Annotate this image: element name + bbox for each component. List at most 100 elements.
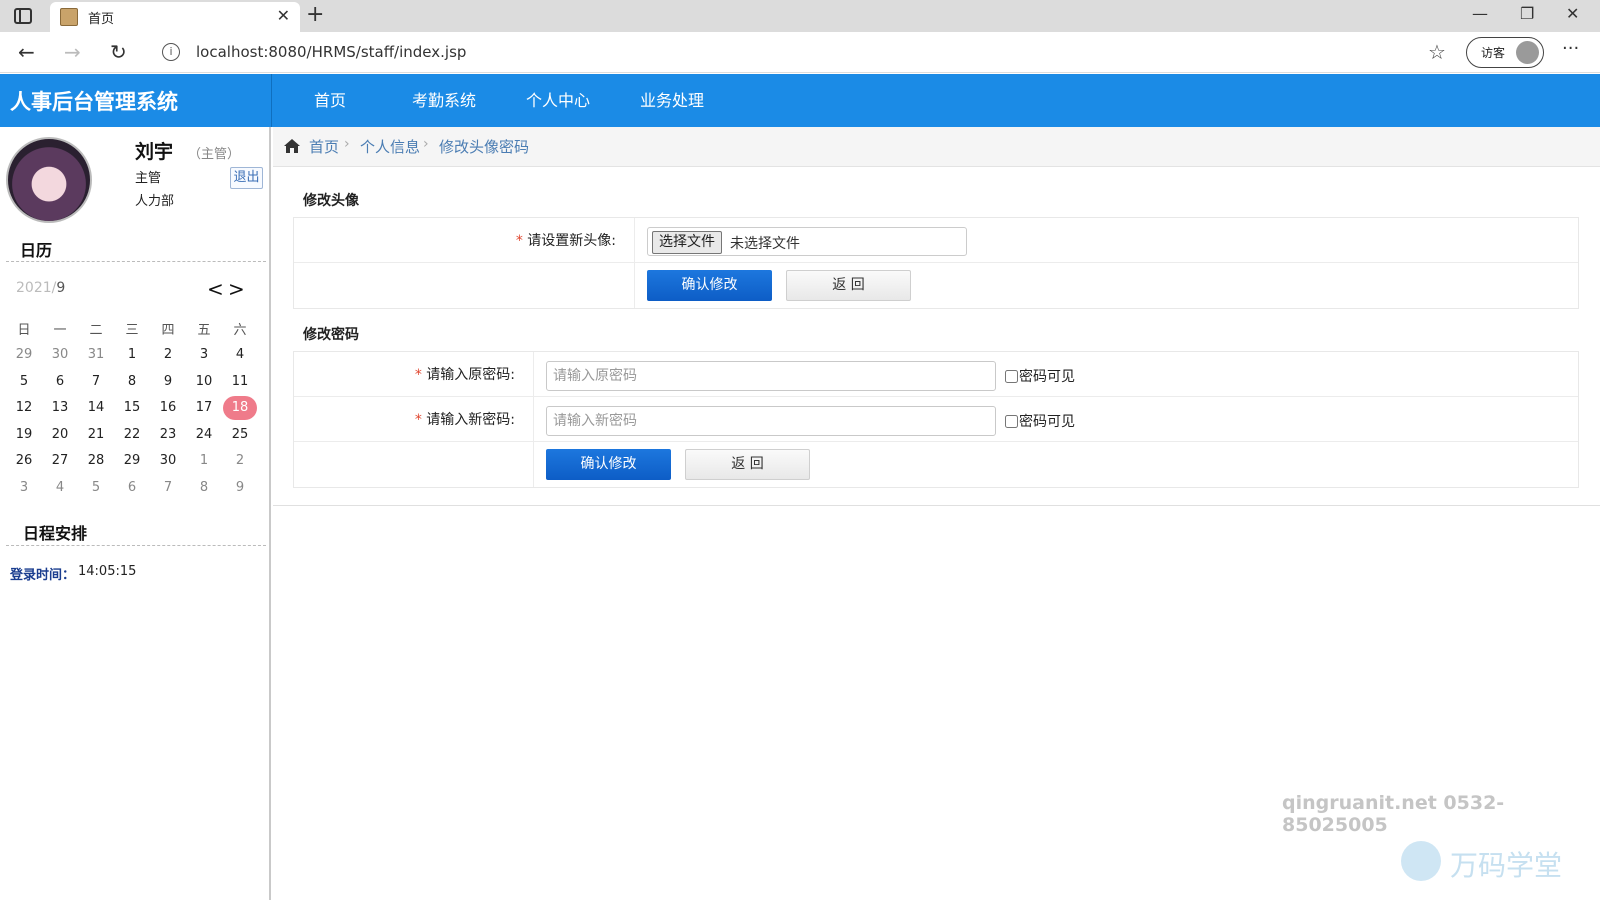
forward-icon[interactable]: → <box>64 40 81 64</box>
calendar-day[interactable]: 1 <box>186 453 222 468</box>
calendar-day[interactable]: 3 <box>186 347 222 362</box>
calendar-day[interactable]: 8 <box>186 480 222 495</box>
calendar-day[interactable]: 9 <box>222 480 258 495</box>
restore-icon[interactable]: ❐ <box>1520 4 1534 23</box>
old-password-label: * 请输入原密码: <box>415 364 515 384</box>
calendar-day[interactable]: 2 <box>150 347 186 362</box>
show-new-password[interactable]: 密码可见 <box>1005 411 1075 431</box>
calendar-day[interactable]: 20 <box>42 427 78 442</box>
calendar-day[interactable]: 19 <box>6 427 42 442</box>
calendar-day[interactable]: 12 <box>6 400 42 415</box>
user-department: 人力部 <box>135 194 175 209</box>
login-time-label: 登录时间： <box>10 568 76 583</box>
main-content: 首页 › 个人信息 › 修改头像密码 修改头像 * 请设置新头像: 选择文件 未… <box>273 127 1600 900</box>
choose-file-button[interactable]: 选择文件 <box>652 231 722 254</box>
calendar-next-button[interactable]: > <box>228 277 245 301</box>
browser-tab[interactable]: 首页 ✕ <box>50 2 300 32</box>
url-field[interactable]: i localhost:8080/HRMS/staff/index.jsp <box>148 37 1410 69</box>
calendar-day[interactable]: 1 <box>114 347 150 362</box>
nav-business[interactable]: 业务处理 <box>640 74 704 127</box>
tab-actions-icon[interactable] <box>14 8 32 24</box>
nav-home[interactable]: 首页 <box>314 74 346 127</box>
calendar-prev-button[interactable]: < <box>207 277 224 301</box>
password-back-button[interactable]: 返 回 <box>685 449 810 480</box>
window-close-icon[interactable]: ✕ <box>1566 4 1579 23</box>
profile-label: 访客 <box>1481 46 1506 60</box>
calendar-day[interactable]: 11 <box>222 374 258 389</box>
main-nav: 首页 考勤系统 个人中心 业务处理 <box>272 74 704 127</box>
url-text[interactable]: localhost:8080/HRMS/staff/index.jsp <box>196 43 466 61</box>
calendar-day[interactable]: 27 <box>42 453 78 468</box>
calendar-day[interactable]: 24 <box>186 427 222 442</box>
calendar-day[interactable]: 30 <box>42 347 78 362</box>
password-confirm-button[interactable]: 确认修改 <box>546 449 671 480</box>
user-name: 刘宇 <box>135 141 174 163</box>
logout-button[interactable]: 退出 <box>230 167 263 189</box>
calendar-day[interactable]: 16 <box>150 400 186 415</box>
calendar-day[interactable]: 7 <box>150 480 186 495</box>
show-old-password[interactable]: 密码可见 <box>1005 366 1075 386</box>
calendar-day[interactable]: 10 <box>186 374 222 389</box>
calendar-day[interactable]: 23 <box>150 427 186 442</box>
nav-attendance[interactable]: 考勤系统 <box>412 74 476 127</box>
calendar-day[interactable]: 4 <box>222 347 258 362</box>
calendar-day[interactable]: 9 <box>150 374 186 389</box>
breadcrumb-home[interactable]: 首页 <box>309 136 339 157</box>
calendar-day[interactable]: 6 <box>42 374 78 389</box>
calendar-day[interactable]: 29 <box>114 453 150 468</box>
calendar-day[interactable]: 7 <box>78 374 114 389</box>
avatar-confirm-button[interactable]: 确认修改 <box>647 270 772 301</box>
nav-personal-center[interactable]: 个人中心 <box>526 74 590 127</box>
calendar-day[interactable]: 17 <box>186 400 222 415</box>
calendar-day[interactable]: 25 <box>222 427 258 442</box>
calendar-day[interactable]: 31 <box>78 347 114 362</box>
calendar-title: 日历 <box>20 241 53 260</box>
show-new-password-checkbox[interactable] <box>1005 414 1018 428</box>
calendar-day[interactable]: 5 <box>78 480 114 495</box>
show-password-label: 密码可见 <box>1019 414 1075 430</box>
breadcrumb-current[interactable]: 修改头像密码 <box>439 136 529 157</box>
avatar-file-input[interactable]: 选择文件 未选择文件 <box>647 227 967 256</box>
calendar-day[interactable]: 2 <box>222 453 258 468</box>
calendar-day[interactable]: 3 <box>6 480 42 495</box>
home-icon[interactable] <box>283 138 301 154</box>
label-cell <box>294 263 635 308</box>
calendar-weekday-row: 日一二三四五六 <box>6 315 258 342</box>
calendar-day[interactable]: 6 <box>114 480 150 495</box>
calendar-day[interactable]: 30 <box>150 453 186 468</box>
calendar-day[interactable]: 5 <box>6 374 42 389</box>
calendar-week-row: 19 20 21 22 23 24 25 <box>6 421 258 448</box>
calendar-day[interactable]: 28 <box>78 453 114 468</box>
calendar-today[interactable]: 18 <box>222 395 258 420</box>
more-icon[interactable]: ··· <box>1562 38 1579 59</box>
favorites-icon[interactable]: ☆ <box>1428 40 1446 64</box>
back-icon[interactable]: ← <box>18 40 35 64</box>
schedule-title: 日程安排 <box>23 524 88 543</box>
breadcrumb-personal-info[interactable]: 个人信息 <box>360 136 420 157</box>
old-password-input[interactable] <box>546 361 996 391</box>
profile-button[interactable]: 访客 <box>1466 37 1544 68</box>
label-cell: * 请输入原密码: <box>294 352 534 397</box>
show-old-password-checkbox[interactable] <box>1005 369 1018 383</box>
calendar-day[interactable]: 29 <box>6 347 42 362</box>
tab-title: 首页 <box>88 12 115 27</box>
breadcrumb: 首页 › 个人信息 › 修改头像密码 <box>273 127 1600 167</box>
new-tab-icon[interactable]: + <box>306 2 324 27</box>
calendar-day[interactable]: 22 <box>114 427 150 442</box>
new-password-row: * 请输入新密码: 密码可见 <box>294 397 1578 442</box>
tab-close-icon[interactable]: ✕ <box>277 6 290 25</box>
calendar-day[interactable]: 13 <box>42 400 78 415</box>
calendar-day[interactable]: 8 <box>114 374 150 389</box>
calendar-month: 2021/9 <box>16 280 65 296</box>
minimize-icon[interactable]: — <box>1472 4 1488 23</box>
calendar-day[interactable]: 15 <box>114 400 150 415</box>
calendar-day[interactable]: 26 <box>6 453 42 468</box>
new-password-input[interactable] <box>546 406 996 436</box>
avatar-back-button[interactable]: 返 回 <box>786 270 911 301</box>
calendar-day[interactable]: 21 <box>78 427 114 442</box>
calendar-day[interactable]: 4 <box>42 480 78 495</box>
calendar-day[interactable]: 14 <box>78 400 114 415</box>
site-info-icon[interactable]: i <box>162 43 180 61</box>
refresh-icon[interactable]: ↻ <box>110 40 127 64</box>
calendar-weekday: 五 <box>197 322 211 338</box>
